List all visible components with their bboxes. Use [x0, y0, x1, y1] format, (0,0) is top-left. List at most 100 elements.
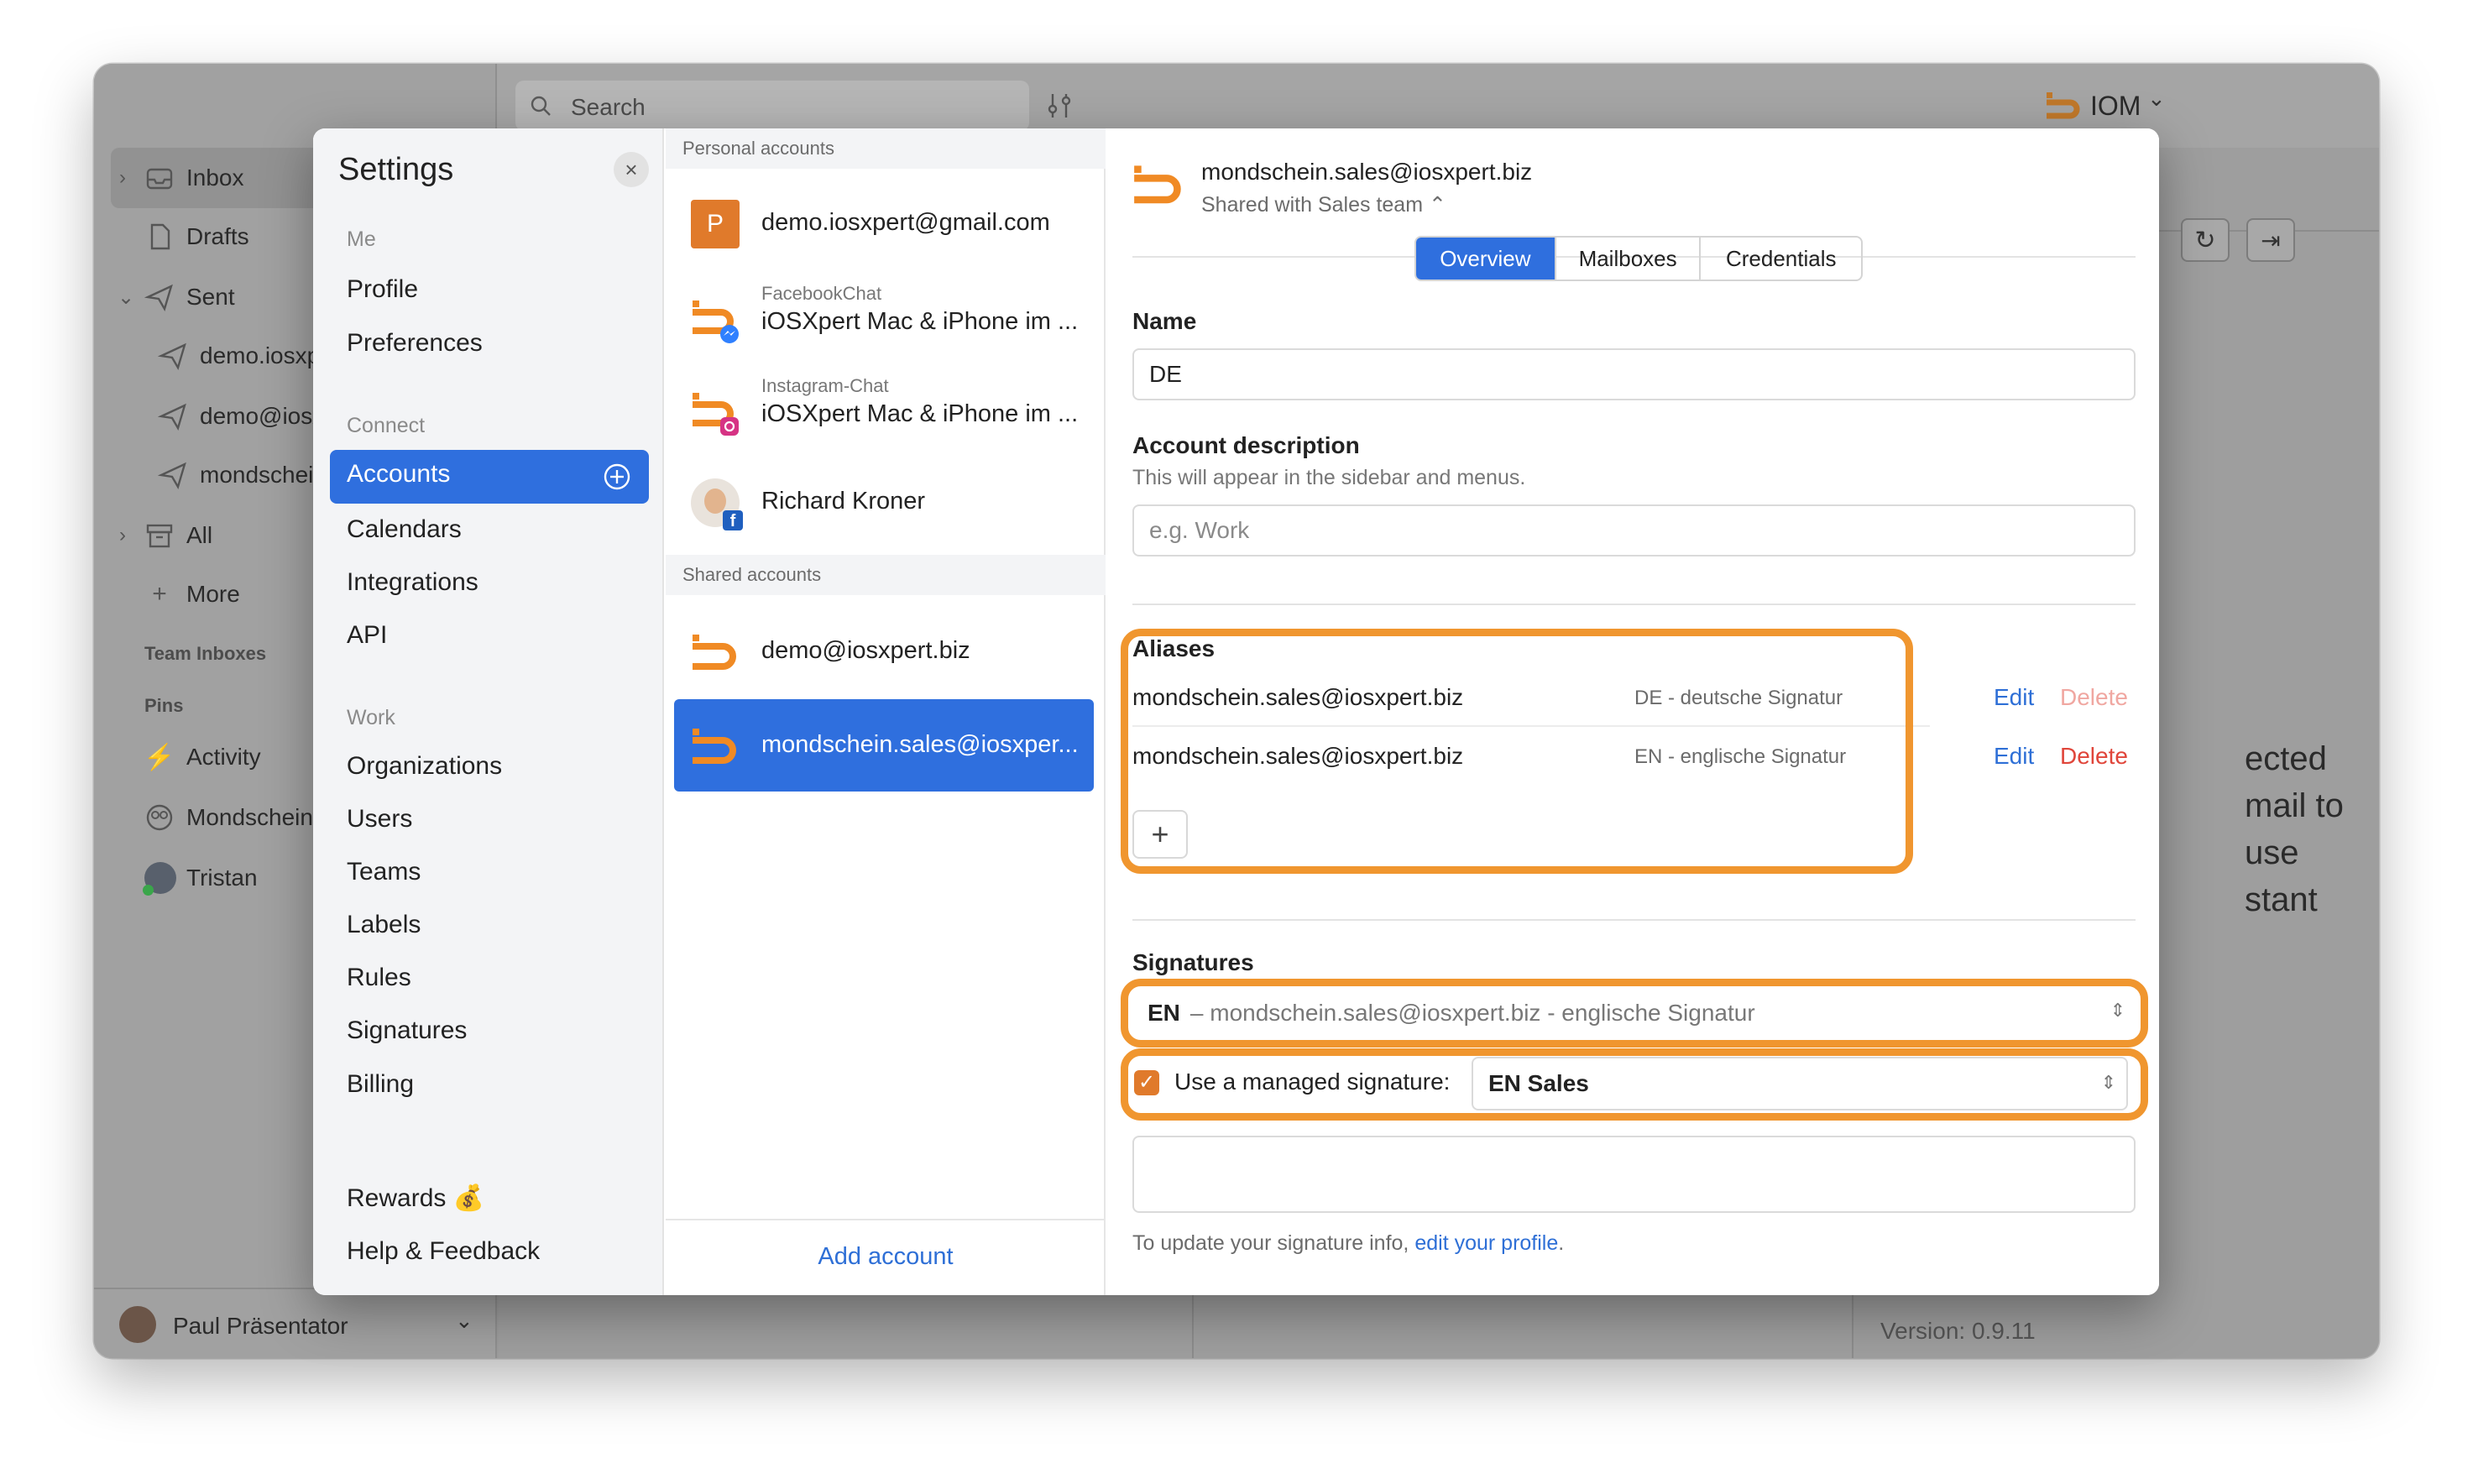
chevron-down-icon[interactable]: ⌄ [118, 285, 134, 310]
nav-item-integrations[interactable]: Integrations [347, 566, 478, 599]
account-row[interactable]: demo@iosxpert.biz [666, 605, 1106, 698]
account-row[interactable]: FacebookChat iOSXpert Mac & iPhone im ..… [666, 273, 1106, 365]
nav-item-accounts[interactable]: Accounts [330, 450, 649, 504]
edit-alias-button[interactable]: Edit [1994, 743, 2034, 770]
managed-signature-highlight [1121, 1048, 2148, 1121]
account-row[interactable]: f Richard Kroner [666, 456, 1106, 548]
send-icon [158, 462, 186, 490]
nav-item-profile[interactable]: Profile [347, 273, 418, 306]
signature-preview [1132, 1136, 2136, 1213]
user-name: Paul Präsentator [173, 1313, 348, 1339]
plus-icon: + [152, 580, 167, 608]
account-name: iOSXpert Mac & iPhone im ... [761, 308, 1079, 335]
refresh-icon[interactable]: ↻ [2181, 218, 2230, 262]
aliases-highlight [1121, 629, 1913, 874]
pin-label: Mondschein [186, 804, 313, 830]
sidebar-item-label: Sent [186, 284, 235, 310]
name-field[interactable]: DE [1132, 348, 2136, 400]
sign-out-icon[interactable]: ⇥ [2246, 218, 2295, 262]
description-field[interactable]: e.g. Work [1132, 504, 2136, 556]
edit-alias-button[interactable]: Edit [1994, 684, 2034, 711]
search-field[interactable]: Search [515, 81, 1029, 131]
nav-heading-me: Me [347, 227, 376, 251]
delete-alias-button[interactable]: Delete [2060, 743, 2128, 770]
user-menu[interactable]: Paul Präsentator ⌄ [94, 1291, 497, 1358]
account-name: demo.iosxpert@gmail.com [761, 209, 1050, 236]
archive-icon [146, 524, 173, 548]
sidebar-item-label: More [186, 581, 240, 607]
messenger-account-icon [693, 300, 739, 343]
nav-item-api[interactable]: API [347, 619, 387, 652]
iom-logo-icon [1134, 165, 1181, 204]
account-name: Richard Kroner [761, 488, 926, 515]
edit-profile-link[interactable]: edit your profile [1414, 1231, 1558, 1255]
tab-mailboxes[interactable]: Mailboxes [1556, 238, 1702, 280]
account-row-selected[interactable]: mondschein.sales@iosxper... [674, 699, 1094, 792]
description-hint: This will appear in the sidebar and menu… [1132, 466, 1526, 489]
description-label: Account description [1132, 432, 1360, 458]
account-row[interactable]: P demo.iosxpert@gmail.com [666, 177, 1106, 269]
signature-footer: To update your signature info, edit your… [1132, 1231, 1564, 1256]
empty-state-line: stant [2245, 881, 2318, 918]
iom-logo-icon [2047, 92, 2080, 119]
signatures-label: Signatures [1132, 949, 1254, 975]
filter-sliders-icon[interactable] [1044, 89, 1074, 123]
nav-item-labels[interactable]: Labels [347, 908, 421, 942]
workspace-name: IOM [2090, 91, 2141, 121]
signature-highlight [1121, 979, 2148, 1048]
account-name: mondschein.sales@iosxper... [761, 731, 1079, 758]
sidebar-item-label: Drafts [186, 223, 249, 249]
settings-nav: Settings × Me Profile Preferences Connec… [313, 128, 664, 1295]
nav-heading-work: Work [347, 706, 395, 729]
personal-accounts-heading: Personal accounts [666, 128, 1106, 169]
nav-item-preferences[interactable]: Preferences [347, 327, 483, 360]
tab-overview[interactable]: Overview [1416, 238, 1556, 280]
account-type: FacebookChat [761, 283, 882, 304]
shared-accounts-heading: Shared accounts [666, 555, 1106, 595]
nav-item-rewards[interactable]: Rewards 💰 [347, 1182, 484, 1215]
divider [666, 1219, 1106, 1220]
add-account-icon[interactable] [602, 462, 632, 492]
accounts-list: Personal accounts P demo.iosxpert@gmail.… [666, 128, 1106, 1295]
nav-item-signatures[interactable]: Signatures [347, 1014, 467, 1048]
close-icon[interactable]: × [614, 152, 649, 187]
account-avatar: P [691, 200, 740, 248]
settings-dialog: Settings × Me Profile Preferences Connec… [313, 128, 2159, 1295]
pin-label: Tristan [186, 865, 258, 891]
account-row[interactable]: Instagram-Chat iOSXpert Mac & iPhone im … [666, 365, 1106, 457]
workspace-switcher[interactable]: IOM ⌄ [2045, 82, 2171, 129]
nav-item-rules[interactable]: Rules [347, 961, 411, 995]
nav-item-calendars[interactable]: Calendars [347, 513, 462, 546]
team-inboxes-heading: Team Inboxes [144, 643, 267, 664]
add-account-button[interactable]: Add account [666, 1243, 1106, 1271]
nav-item-users[interactable]: Users [347, 802, 412, 836]
account-email: mondschein.sales@iosxpert.biz [1201, 159, 1533, 185]
chevron-right-icon[interactable]: › [119, 166, 126, 190]
shared-with-selector[interactable]: Shared with Sales team ⌃ [1201, 192, 1446, 217]
empty-state-text: ected mail to use stant [2245, 735, 2379, 923]
sidebar-item-label: Inbox [186, 165, 244, 191]
version-label: Version: 0.9.11 [1880, 1318, 2036, 1344]
nav-item-organizations[interactable]: Organizations [347, 750, 502, 783]
account-detail: mondschein.sales@iosxpert.biz Shared wit… [1107, 128, 2159, 1295]
sidebar-item-label: All [186, 522, 213, 548]
online-status-dot [143, 885, 154, 896]
search-placeholder: Search [571, 94, 646, 120]
tab-credentials[interactable]: Credentials [1701, 238, 1861, 280]
nav-item-billing[interactable]: Billing [347, 1068, 414, 1101]
account-name: iOSXpert Mac & iPhone im ... [761, 400, 1079, 427]
empty-state-line: ected [2245, 740, 2327, 777]
send-icon [158, 403, 186, 431]
nav-item-teams[interactable]: Teams [347, 855, 421, 889]
nav-item-help[interactable]: Help & Feedback [347, 1235, 540, 1268]
document-icon [150, 223, 170, 250]
account-name: demo@iosxpert.biz [761, 637, 970, 664]
team-icon [146, 804, 173, 831]
pins-heading: Pins [144, 695, 184, 716]
nav-heading-connect: Connect [347, 414, 426, 437]
delete-alias-button[interactable]: Delete [2060, 684, 2128, 711]
chevron-down-icon: ⌄ [455, 1308, 473, 1333]
chevron-right-icon[interactable]: › [119, 524, 126, 547]
pin-label: Activity [186, 744, 261, 770]
iom-logo-icon [693, 635, 736, 670]
